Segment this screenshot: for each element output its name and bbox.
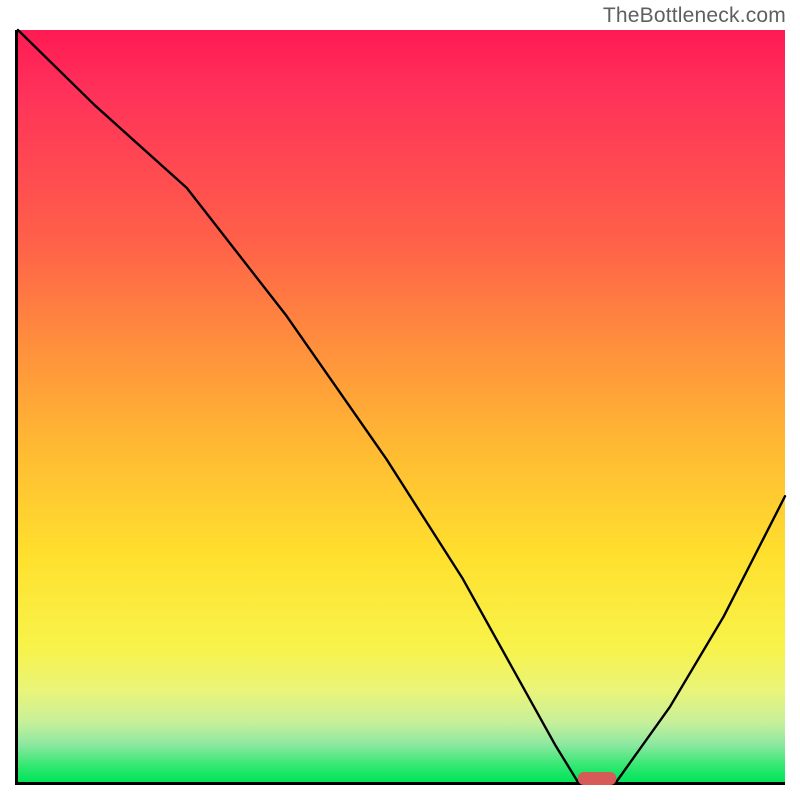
optimal-point-marker	[578, 772, 616, 785]
chart-frame	[15, 30, 785, 785]
chart-svg	[18, 30, 785, 782]
bottleneck-curve	[18, 30, 785, 782]
watermark-text: TheBottleneck.com	[603, 4, 786, 28]
